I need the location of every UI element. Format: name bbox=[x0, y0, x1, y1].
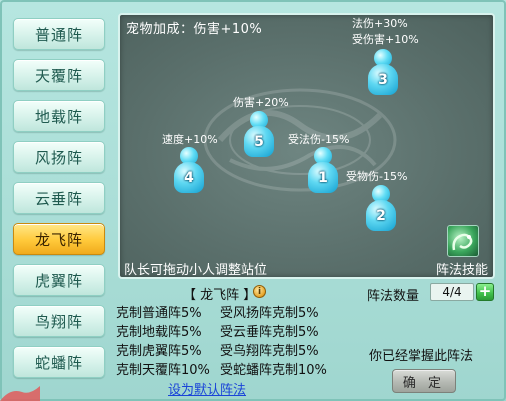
position-number: 1 bbox=[318, 169, 328, 186]
team-member-4[interactable]: 4 bbox=[174, 147, 204, 193]
countered-effect: 受鸟翔阵克制5% bbox=[220, 344, 319, 359]
formation-skill-label: 阵法技能 bbox=[436, 263, 489, 278]
position-1-effect: 受法伤-15% bbox=[288, 133, 350, 146]
effect-row: 克制天覆阵10% 受蛇蟠阵克制10% bbox=[116, 359, 346, 378]
team-member-2[interactable]: 2 bbox=[366, 185, 396, 231]
position-2-effect: 受物伤-15% bbox=[346, 170, 408, 183]
position-3-effect-1: 法伤+30% bbox=[352, 17, 408, 30]
drag-hint-text: 队长可拖动小人调整站位 bbox=[124, 263, 268, 278]
countered-effect: 受蛇蟠阵克制10% bbox=[220, 363, 327, 378]
set-default-formation-link[interactable]: 设为默认阵法 bbox=[168, 379, 246, 398]
team-member-5[interactable]: 5 bbox=[244, 111, 274, 157]
effect-row: 克制地载阵5% 受云垂阵克制5% bbox=[116, 321, 346, 340]
position-3-effect-2: 受伤害+10% bbox=[352, 33, 419, 46]
position-number: 5 bbox=[254, 133, 264, 150]
position-5-effect: 伤害+20% bbox=[233, 96, 289, 109]
formation-title: 【 龙飞阵 】 bbox=[183, 288, 257, 303]
confirm-button[interactable]: 确 定 bbox=[392, 369, 456, 393]
team-member-3[interactable]: 3 bbox=[368, 49, 398, 95]
effect-row: 克制普通阵5% 受风扬阵克制5% bbox=[116, 302, 346, 321]
position-number: 4 bbox=[184, 169, 194, 186]
counter-effect: 克制地载阵5% bbox=[116, 325, 202, 340]
formation-count-label: 阵法数量 bbox=[367, 289, 420, 304]
formation-button-putong[interactable]: 普通阵 bbox=[13, 18, 105, 50]
formation-count-value: 4/4 bbox=[430, 283, 474, 301]
countered-effect: 受云垂阵克制5% bbox=[220, 325, 319, 340]
formation-button-fengyang[interactable]: 风扬阵 bbox=[13, 141, 105, 173]
counter-effect: 克制天覆阵10% bbox=[116, 363, 210, 378]
dragon-skill-icon[interactable] bbox=[447, 225, 479, 257]
formation-button-tianfu[interactable]: 天覆阵 bbox=[13, 59, 105, 91]
effect-row: 克制虎翼阵5% 受鸟翔阵克制5% bbox=[116, 340, 346, 359]
position-4-effect: 速度+10% bbox=[162, 133, 218, 146]
formation-button-shepan[interactable]: 蛇蟠阵 bbox=[13, 346, 105, 378]
formation-button-huyi[interactable]: 虎翼阵 bbox=[13, 264, 105, 296]
formation-button-niaoxiang[interactable]: 鸟翔阵 bbox=[13, 305, 105, 337]
position-number: 3 bbox=[378, 71, 388, 88]
info-icon[interactable]: i bbox=[253, 285, 266, 298]
counter-effect: 克制普通阵5% bbox=[116, 306, 202, 321]
add-formation-button[interactable]: + bbox=[476, 283, 494, 301]
pet-bonus-text: 宠物加成：伤害+10% bbox=[126, 22, 263, 37]
mastered-status-text: 你已经掌握此阵法 bbox=[369, 349, 474, 364]
formation-button-longfei[interactable]: 龙飞阵 bbox=[13, 223, 105, 255]
corner-decoration bbox=[0, 386, 40, 401]
position-number: 2 bbox=[376, 207, 386, 224]
counter-effect: 克制虎翼阵5% bbox=[116, 344, 202, 359]
formation-effects: 克制普通阵5% 受风扬阵克制5% 克制地载阵5% 受云垂阵克制5% 克制虎翼阵5… bbox=[116, 302, 346, 378]
formation-button-yunchui[interactable]: 云垂阵 bbox=[13, 182, 105, 214]
formation-field: 宠物加成：伤害+10% 法伤+30% 受伤害+10% 3 伤害+20% 5 速度… bbox=[118, 13, 495, 279]
team-member-1[interactable]: 1 bbox=[308, 147, 338, 193]
countered-effect: 受风扬阵克制5% bbox=[220, 306, 319, 321]
formation-button-dizai[interactable]: 地载阵 bbox=[13, 100, 105, 132]
